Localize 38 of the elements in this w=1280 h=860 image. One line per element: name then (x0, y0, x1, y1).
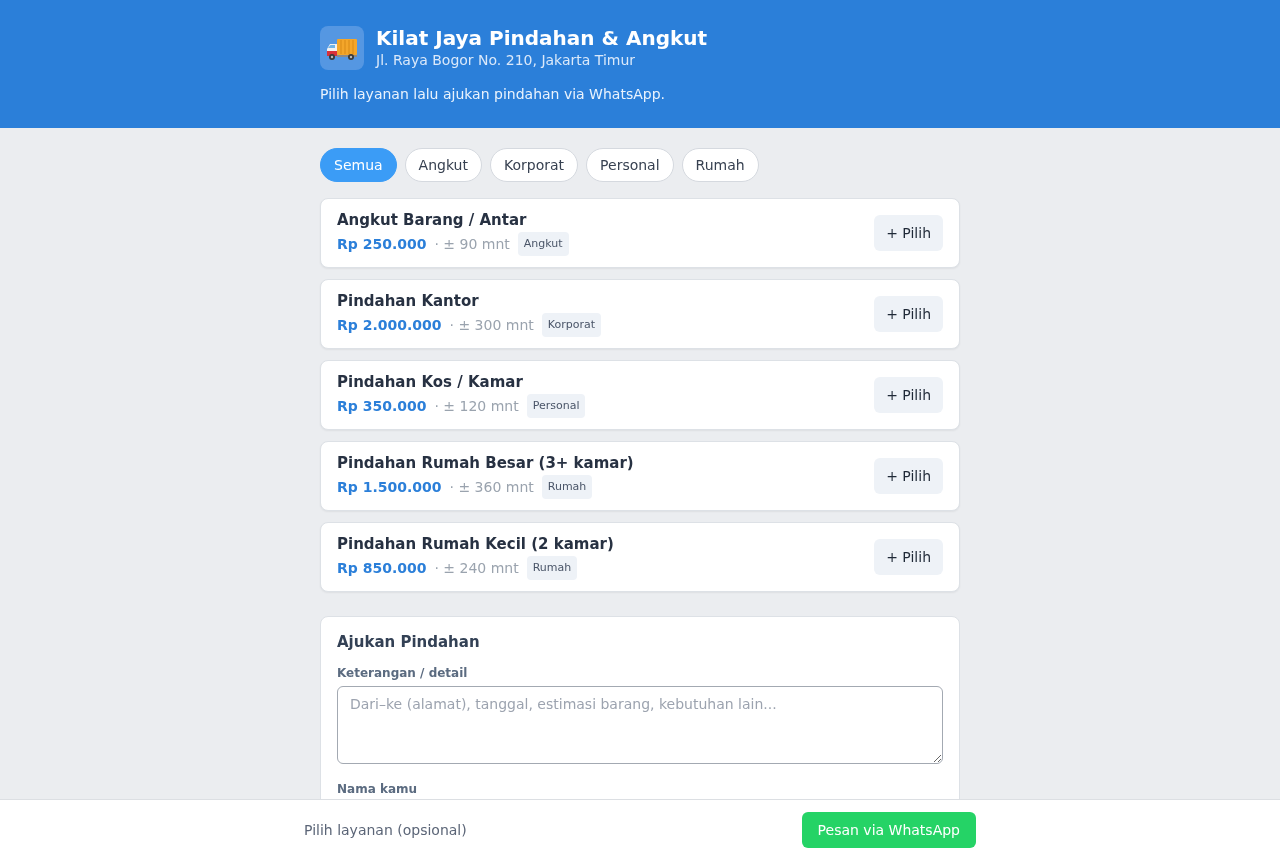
tagline: Pilih layanan lalu ajukan pindahan via WhatsApp. (320, 85, 666, 104)
details-field[interactable]: Dari–ke (alamat), tanggal, estimasi barang, kebutuhan lain... (337, 686, 943, 764)
category-tag: Rumah (526, 556, 578, 580)
service-duration: · ± 240 mnt (434, 560, 519, 576)
select-button[interactable]: + Pilih (874, 377, 943, 413)
service-name: Pindahan Rumah Kecil (2 kamar) (337, 534, 614, 554)
service-name: Angkut Barang / Antar (337, 210, 528, 230)
service-price: Rp 350.000 (337, 398, 427, 414)
service-price: Rp 2.000.000 (337, 317, 442, 333)
filter-tab[interactable]: Rumah (681, 148, 759, 182)
service-name: Pindahan Kos / Kamar (337, 372, 524, 392)
service-duration: · ± 360 mnt (449, 479, 534, 495)
service-price: Rp 1.500.000 (337, 479, 442, 495)
service-name: Pindahan Kantor (337, 291, 480, 311)
category-tag: Personal (526, 394, 586, 418)
select-button[interactable]: + Pilih (874, 215, 943, 251)
selection-hint: Pilih layanan (opsional) (304, 822, 467, 838)
service-duration: · ± 90 mnt (434, 236, 510, 252)
category-tag: Rumah (541, 475, 593, 499)
filter-tab[interactable]: Korporat (490, 148, 579, 182)
field-label: Nama kamu (337, 781, 418, 797)
service-price: Rp 850.000 (337, 560, 427, 576)
select-button[interactable]: + Pilih (874, 296, 943, 332)
category-tag: Korporat (541, 313, 601, 337)
select-button[interactable]: + Pilih (874, 458, 943, 494)
service-duration: · ± 120 mnt (434, 398, 519, 414)
service-duration: · ± 300 mnt (449, 317, 534, 333)
category-tag: Angkut (517, 232, 569, 256)
service-price: Rp 250.000 (337, 236, 427, 252)
filter-tab[interactable]: Personal (586, 148, 674, 182)
filter-tab[interactable]: Angkut (404, 148, 482, 182)
select-button[interactable]: + Pilih (874, 539, 943, 575)
truck-icon (320, 26, 364, 70)
form-title: Ajukan Pindahan (337, 632, 481, 652)
business-name: Kilat Jaya Pindahan & Angkut (376, 26, 708, 50)
business-address: Jl. Raya Bogor No. 210, Jakarta Timur (376, 51, 637, 70)
field-label: Keterangan / detail (337, 665, 468, 681)
service-name: Pindahan Rumah Besar (3+ kamar) (337, 453, 634, 473)
